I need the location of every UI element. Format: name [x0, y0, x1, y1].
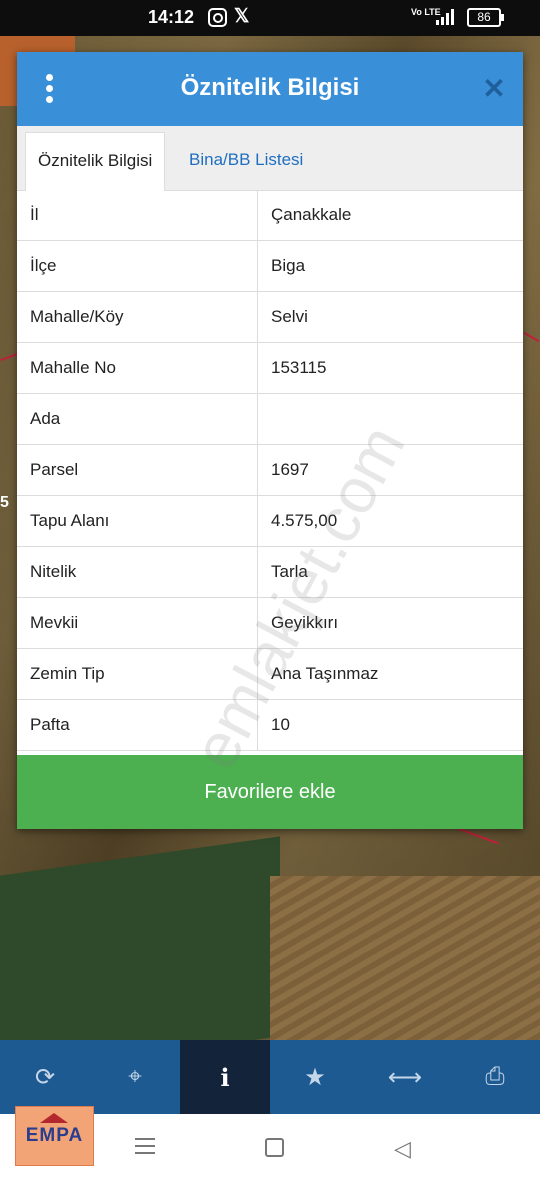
- map-edge-label: 5: [0, 494, 9, 511]
- close-icon[interactable]: ✕: [481, 74, 507, 104]
- table-row: Parsel 1697: [17, 445, 523, 496]
- table-row: Zemin Tip Ana Taşınmaz: [17, 649, 523, 700]
- row-key: Mahalle/Köy: [17, 292, 258, 342]
- table-row: İl Çanakkale: [17, 190, 523, 241]
- attribute-table: İl Çanakkale İlçe Biga Mahalle/Köy Selvi…: [17, 190, 523, 751]
- parcel-boundary-line: [0, 352, 18, 362]
- star-icon[interactable]: ★: [270, 1040, 360, 1114]
- table-row: Ada: [17, 394, 523, 445]
- row-value: Ana Taşınmaz: [271, 664, 379, 683]
- system-nav-bar: EMPA ◁: [0, 1106, 540, 1180]
- instagram-icon: [208, 8, 227, 27]
- row-key: Tapu Alanı: [17, 496, 258, 546]
- row-key: Mahalle No: [17, 343, 258, 393]
- row-key: Nitelik: [17, 547, 258, 597]
- map-brown-field: [270, 876, 540, 1040]
- row-key: Mevkii: [17, 598, 258, 648]
- refresh-icon[interactable]: ⟳: [0, 1040, 90, 1114]
- row-key: Ada: [17, 394, 258, 444]
- back-icon[interactable]: ◁: [394, 1136, 411, 1162]
- status-bar: 14:12 𝕏 Vo LTE 86: [0, 0, 540, 36]
- row-value: Tarla: [271, 562, 308, 581]
- logo-text: EMPA: [25, 1125, 84, 1146]
- empa-logo: EMPA: [15, 1106, 94, 1166]
- map-green-field: [0, 836, 280, 1040]
- signal-icon: [436, 9, 454, 25]
- row-value: Biga: [271, 256, 306, 275]
- row-value: Çanakkale: [271, 205, 352, 224]
- table-row: Nitelik Tarla: [17, 547, 523, 598]
- dialog-title: Öznitelik Bilgisi: [180, 74, 360, 101]
- row-value: 1697: [271, 460, 309, 479]
- measure-icon[interactable]: ⟷: [360, 1040, 450, 1114]
- table-row: Mahalle/Köy Selvi: [17, 292, 523, 343]
- row-key: Parsel: [17, 445, 258, 495]
- table-row: Tapu Alanı 4.575,00: [17, 496, 523, 547]
- row-value: 153115: [271, 358, 327, 377]
- row-value: [258, 394, 523, 444]
- home-icon[interactable]: [265, 1138, 284, 1157]
- row-key: İlçe: [17, 241, 258, 291]
- table-row: İlçe Biga: [17, 241, 523, 292]
- row-value: Geyikkırı: [271, 613, 339, 632]
- add-to-favorites-button[interactable]: Favorilere ekle: [17, 755, 523, 829]
- recents-icon[interactable]: [135, 1138, 155, 1159]
- table-row: Mahalle No 153115: [17, 343, 523, 394]
- bottom-toolbar: ⟳ ⌖ i ★ ⟷ ⎙: [0, 1040, 540, 1114]
- info-icon[interactable]: i: [180, 1040, 270, 1114]
- row-value: 4.575,00: [271, 511, 338, 530]
- row-key: Pafta: [17, 700, 258, 750]
- table-row: Pafta 10: [17, 700, 523, 751]
- row-value: Selvi: [271, 307, 308, 326]
- locate-icon[interactable]: ⌖: [90, 1040, 180, 1114]
- print-icon[interactable]: ⎙: [450, 1040, 540, 1114]
- row-key: İl: [17, 190, 258, 240]
- tab-building-list[interactable]: Bina/BB Listesi: [177, 132, 315, 190]
- house-roof-icon: [40, 1113, 68, 1123]
- row-key: Zemin Tip: [17, 649, 258, 699]
- dialog-header: Öznitelik Bilgisi ✕: [17, 52, 523, 126]
- status-time: 14:12: [148, 7, 195, 27]
- attribute-dialog: Öznitelik Bilgisi ✕ Öznitelik Bilgisi Bi…: [17, 52, 523, 829]
- tab-attribute-info[interactable]: Öznitelik Bilgisi: [25, 132, 166, 191]
- parcel-boundary-line: [523, 331, 540, 343]
- table-row: Mevkii Geyikkırı: [17, 598, 523, 649]
- x-app-icon: 𝕏: [234, 6, 250, 27]
- battery-icon: 86: [467, 8, 504, 27]
- row-value: 10: [271, 715, 290, 734]
- tab-bar: Öznitelik Bilgisi Bina/BB Listesi: [17, 126, 523, 191]
